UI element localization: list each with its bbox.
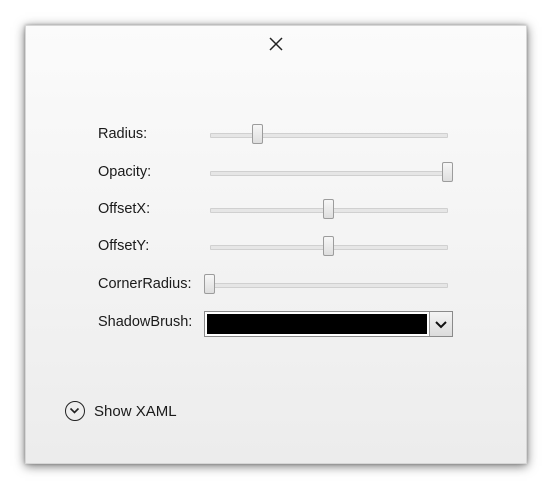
close-button[interactable]	[266, 34, 286, 54]
offsety-slider[interactable]	[210, 235, 448, 261]
offsety-slider-thumb[interactable]	[323, 236, 334, 256]
shadowbrush-label: ShadowBrush:	[98, 314, 193, 330]
offsetx-slider[interactable]	[210, 198, 448, 224]
radius-slider-track	[210, 133, 448, 138]
shadowbrush-dropdown-button[interactable]	[429, 312, 452, 336]
show-xaml-label: Show XAML	[94, 403, 177, 420]
opacity-row: Opacity:	[98, 161, 458, 187]
cornerradius-slider-thumb[interactable]	[204, 274, 215, 294]
radius-slider[interactable]	[210, 123, 448, 149]
cornerradius-row: CornerRadius:	[98, 273, 458, 299]
offsety-label: OffsetY:	[98, 238, 150, 254]
opacity-slider-thumb[interactable]	[442, 162, 453, 182]
opacity-slider[interactable]	[210, 161, 453, 187]
close-icon	[269, 37, 283, 51]
opacity-slider-track	[210, 171, 448, 176]
radius-slider-thumb[interactable]	[251, 124, 263, 144]
offsetx-slider-thumb[interactable]	[323, 199, 334, 219]
chevron-down-icon	[435, 321, 447, 329]
shadowbrush-combobox[interactable]	[204, 311, 453, 337]
cornerradius-slider-track	[210, 283, 448, 288]
cornerradius-slider[interactable]	[204, 273, 448, 299]
offsetx-row: OffsetX:	[98, 198, 458, 224]
cornerradius-label: CornerRadius:	[98, 276, 192, 292]
radius-label: Radius:	[98, 126, 148, 142]
shadowbrush-color-swatch	[207, 314, 427, 334]
opacity-label: Opacity:	[98, 164, 152, 180]
shadowbrush-row: ShadowBrush:	[98, 311, 458, 337]
shadow-settings-panel: Radius: Opacity: OffsetX: OffsetY: Corne…	[25, 25, 527, 464]
chevron-down-circle-icon	[65, 401, 85, 421]
offsetx-label: OffsetX:	[98, 201, 151, 217]
offsety-row: OffsetY:	[98, 235, 458, 261]
radius-row: Radius:	[98, 123, 458, 149]
